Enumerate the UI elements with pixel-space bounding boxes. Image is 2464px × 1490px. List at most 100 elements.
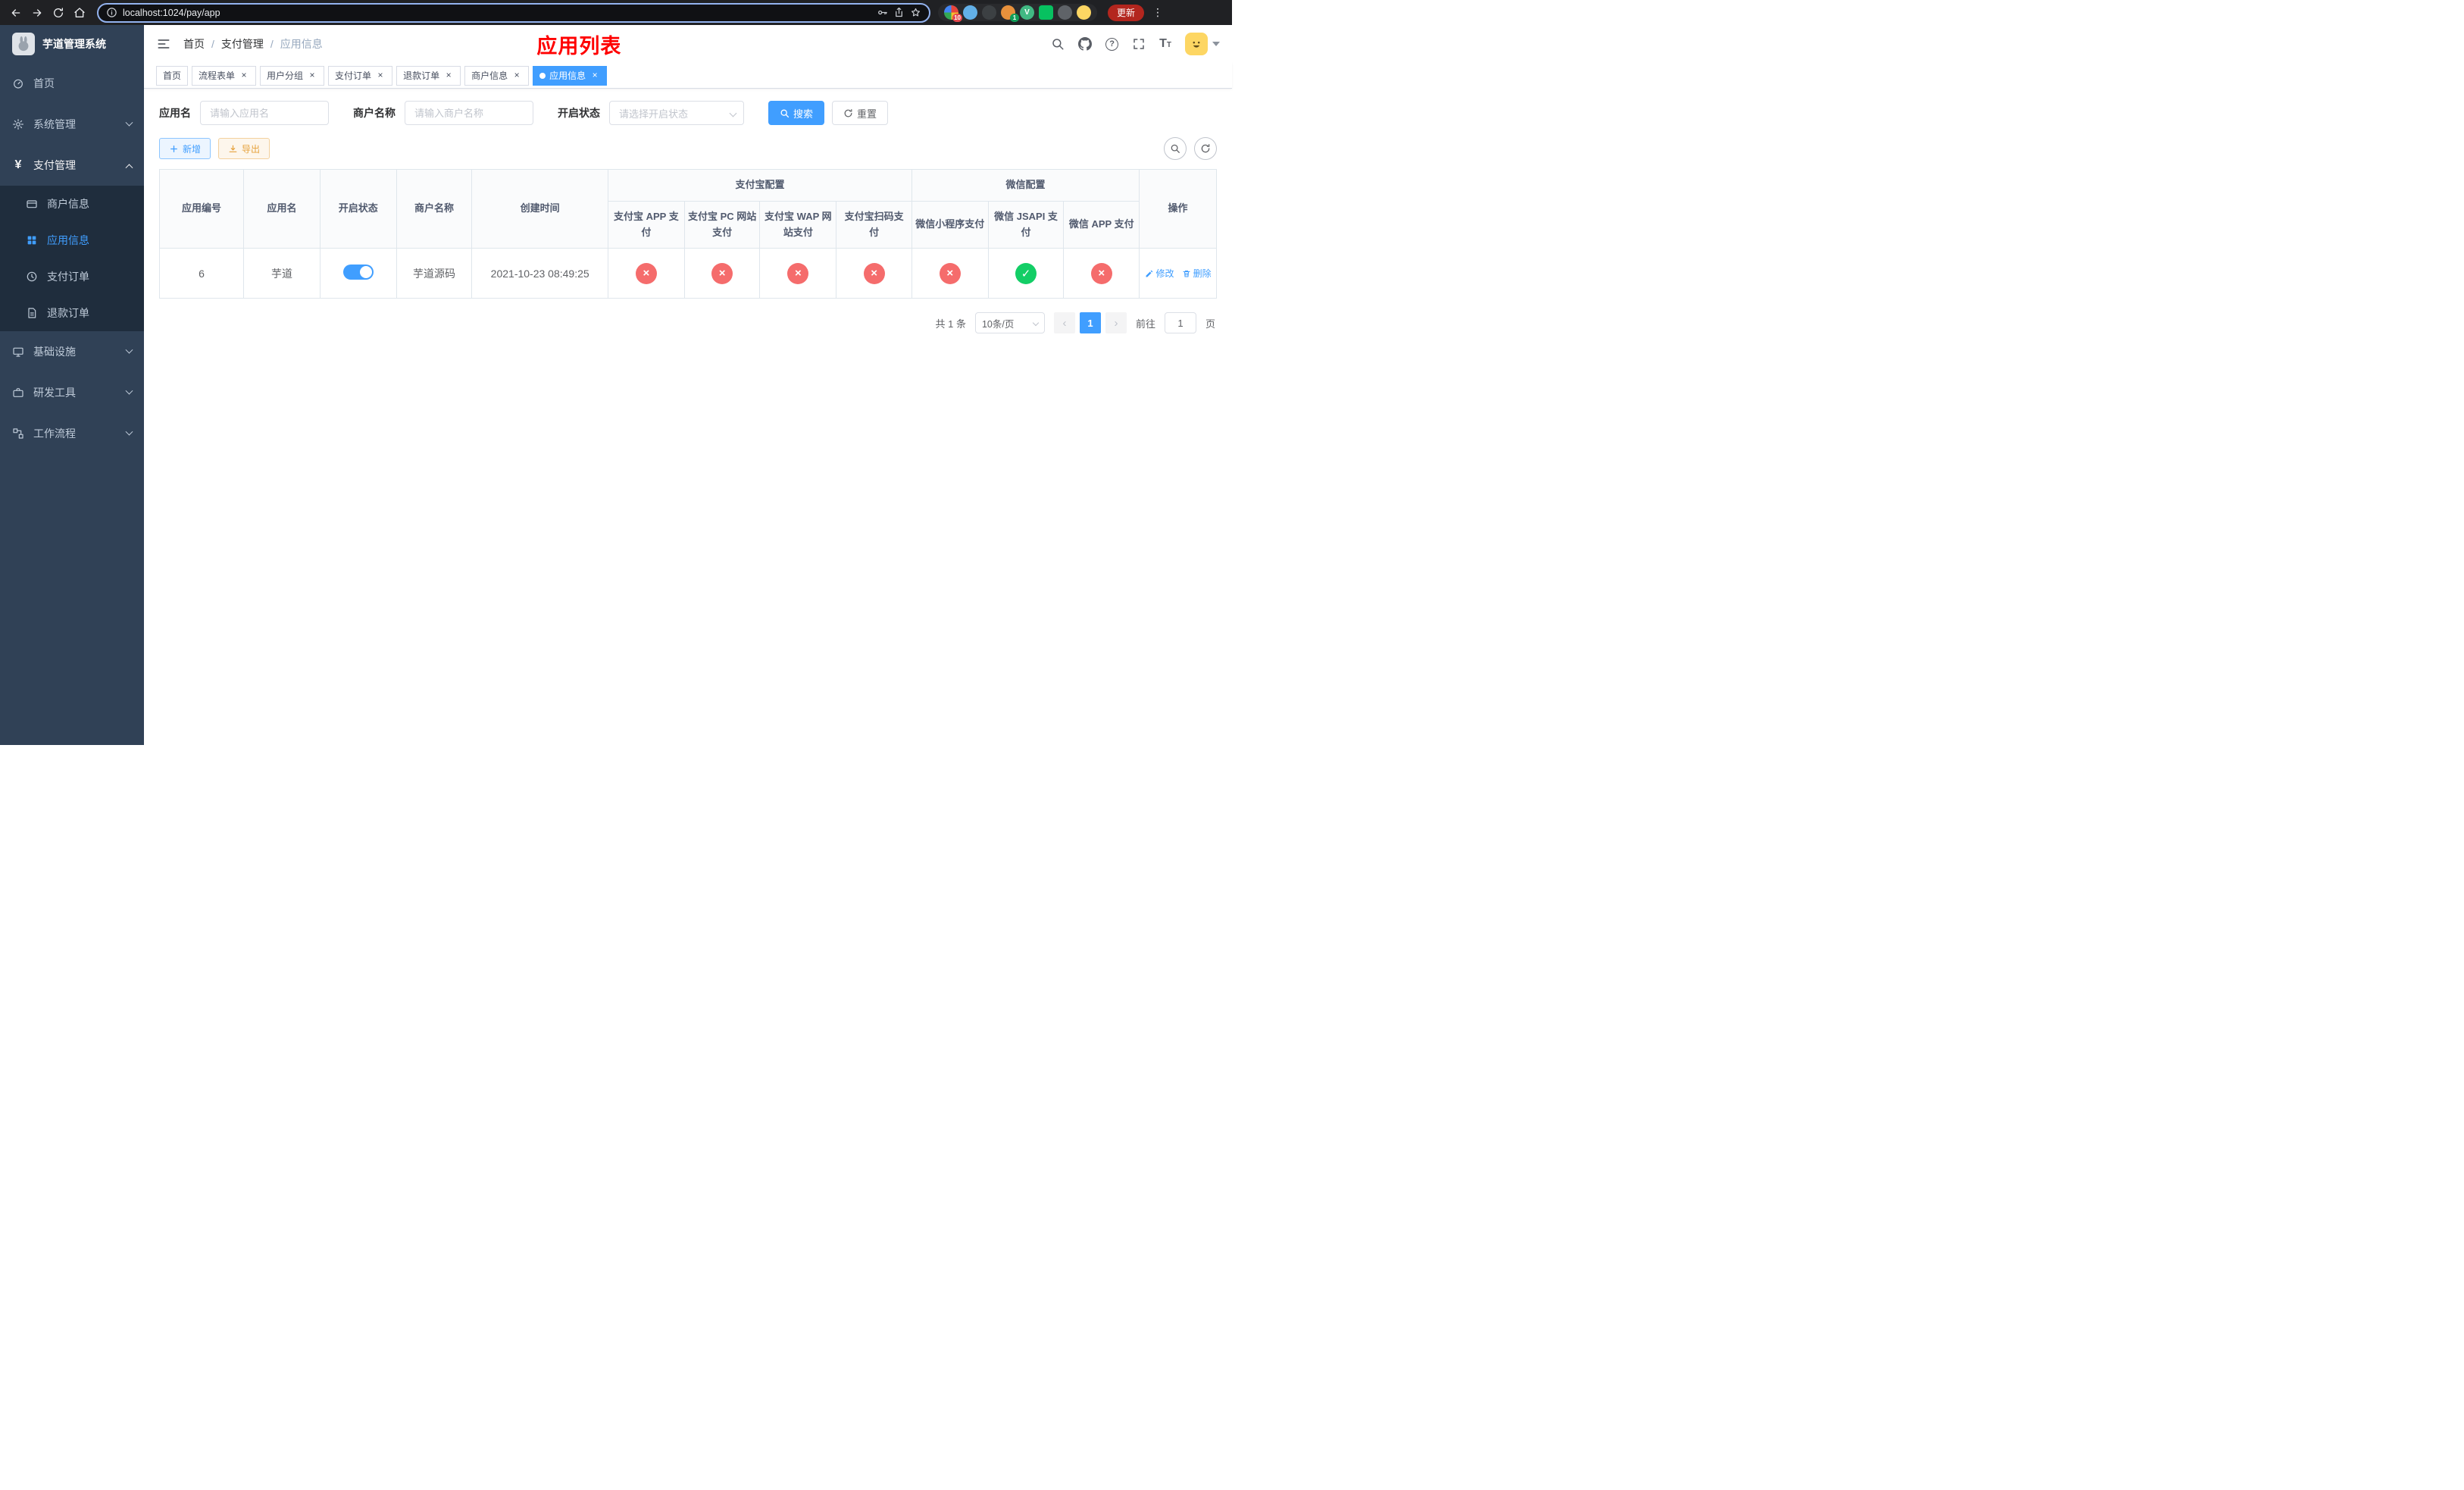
github-icon[interactable] (1078, 37, 1093, 51)
toggle-search-button[interactable] (1164, 137, 1187, 160)
tab-app-info[interactable]: 应用信息 × (533, 65, 608, 86)
status-select[interactable]: 请选择开启状态 (609, 101, 744, 125)
next-page-button[interactable]: › (1105, 312, 1127, 334)
add-button[interactable]: 新增 (159, 138, 211, 159)
sidebar-item-merchant-info[interactable]: 商户信息 (0, 186, 144, 222)
page-size-value: 10条/页 (981, 318, 1015, 330)
total-count: 共 1 条 (935, 318, 966, 330)
credit-card-icon (26, 198, 38, 210)
extension-pinwheel-icon[interactable]: 10 (944, 5, 962, 22)
page-1-button[interactable]: 1 (1079, 312, 1101, 334)
tab-home[interactable]: 首页 (156, 65, 189, 86)
channel-status-icon: × (863, 262, 885, 284)
chrome-menu-icon[interactable]: ⋮ (1150, 6, 1165, 19)
close-icon[interactable]: × (443, 70, 454, 81)
chevron-down-icon (125, 427, 133, 436)
fullscreen-icon[interactable] (1132, 37, 1146, 51)
extension-vue-icon[interactable]: V (1020, 5, 1034, 20)
refresh-icon (1201, 144, 1210, 153)
close-icon[interactable]: × (589, 70, 600, 81)
home-icon[interactable] (70, 3, 89, 23)
tab-refund-order[interactable]: 退款订单 × (396, 65, 461, 86)
sidebar-item-label: 应用信息 (47, 234, 89, 246)
tab-label: 流程表单 (199, 70, 236, 81)
page-size-select[interactable]: 10条/页 (974, 312, 1045, 334)
tab-label: 支付订单 (335, 70, 372, 81)
tab-user-group[interactable]: 用户分组 × (260, 65, 325, 86)
url-text[interactable]: localhost:1024/pay/app (123, 8, 220, 18)
prev-page-button[interactable]: ‹ (1053, 312, 1075, 334)
channel-status-icon: × (1090, 262, 1112, 284)
bookmark-star-icon[interactable] (910, 7, 921, 18)
extension-badge: 1 (1010, 14, 1019, 22)
sidebar-item-payment[interactable]: ¥ 支付管理 (0, 145, 144, 186)
extension-dark-icon[interactable] (982, 5, 996, 20)
close-icon[interactable]: × (375, 70, 386, 81)
tab-process-form[interactable]: 流程表单 × (192, 65, 257, 86)
site-info-icon[interactable] (106, 7, 117, 18)
sidebar-item-home[interactable]: 首页 (0, 63, 144, 104)
export-button[interactable]: 导出 (218, 138, 270, 159)
reload-icon[interactable] (48, 3, 68, 23)
pagination: 共 1 条 10条/页 ‹ 1 › 前往 页 (159, 312, 1217, 334)
font-size-icon[interactable]: TT (1159, 37, 1171, 51)
cell-merchant: 芋道源码 (396, 248, 473, 299)
chrome-update-button[interactable]: 更新 (1108, 4, 1145, 21)
browser-chrome: localhost:1024/pay/app 10 1 V 更新 ⋮ (0, 0, 1232, 25)
breadcrumb-payment[interactable]: 支付管理 (221, 36, 264, 52)
refresh-table-button[interactable] (1194, 137, 1217, 160)
close-icon[interactable]: × (239, 70, 249, 81)
channel-status-icon: ✓ (1015, 262, 1037, 284)
tab-merchant-info[interactable]: 商户信息 × (464, 65, 530, 86)
col-group-wechat: 微信配置 (911, 169, 1140, 202)
close-icon[interactable]: × (307, 70, 317, 81)
col-header-wx-jsapi: 微信 JSAPI 支付 (987, 200, 1065, 249)
app-name-input[interactable] (200, 101, 329, 125)
chevron-up-icon (125, 163, 133, 171)
cell-app-id: 6 (158, 248, 245, 299)
extension-wechat-devtools-icon[interactable] (1039, 5, 1053, 20)
edit-link[interactable]: 修改 (1145, 267, 1174, 280)
app-table: 应用编号 应用名 开启状态 商户名称 创建时间 支付宝配置 微信配置 操作 支付… (158, 168, 1217, 299)
extension-person-icon[interactable]: 1 (1001, 5, 1019, 22)
goto-page-input[interactable] (1164, 312, 1196, 334)
close-icon[interactable]: × (511, 70, 522, 81)
sidebar-item-infrastructure[interactable]: 基础设施 (0, 331, 144, 372)
col-header-status: 开启状态 (319, 168, 397, 249)
tab-pay-order[interactable]: 支付订单 × (328, 65, 393, 86)
forward-icon[interactable] (27, 3, 47, 23)
col-header-merchant: 商户名称 (396, 168, 473, 249)
sidebar-item-app-info[interactable]: 应用信息 (0, 222, 144, 258)
search-button[interactable]: 搜索 (768, 101, 825, 125)
goto-label: 前往 (1135, 318, 1155, 330)
collapse-sidebar-icon[interactable] (156, 36, 171, 52)
help-icon[interactable]: ? (1105, 37, 1119, 51)
delete-link[interactable]: 删除 (1182, 267, 1212, 280)
merchant-name-input[interactable] (405, 101, 533, 125)
channel-status-icon: × (711, 262, 733, 284)
profile-avatar-icon[interactable] (1077, 5, 1091, 20)
extensions-puzzle-icon[interactable] (1058, 5, 1072, 20)
sidebar-item-pay-order[interactable]: 支付订单 (0, 258, 144, 295)
payment-submenu: 商户信息 应用信息 支付订单 退款订单 (0, 186, 144, 331)
goto-page-suffix: 页 (1205, 318, 1215, 330)
plus-icon (170, 145, 177, 152)
workflow-icon (12, 427, 24, 440)
back-icon[interactable] (6, 3, 26, 23)
extension-drop-icon[interactable] (963, 5, 977, 20)
address-bar[interactable]: localhost:1024/pay/app (97, 2, 930, 23)
password-key-icon[interactable] (877, 7, 888, 18)
sidebar-item-workflow[interactable]: 工作流程 (0, 413, 144, 454)
search-icon (1171, 144, 1180, 153)
app-name-label: 应用名 (159, 107, 191, 119)
search-icon (780, 109, 790, 117)
breadcrumb-home[interactable]: 首页 (183, 36, 205, 52)
sidebar-item-dev-tools[interactable]: 研发工具 (0, 372, 144, 413)
sidebar-item-refund-order[interactable]: 退款订单 (0, 295, 144, 331)
reset-button[interactable]: 重置 (832, 101, 889, 125)
sidebar-item-system[interactable]: 系统管理 (0, 104, 144, 145)
status-toggle[interactable] (342, 265, 374, 280)
search-icon[interactable] (1051, 37, 1065, 51)
share-icon[interactable] (893, 7, 905, 18)
user-avatar-dropdown[interactable] (1185, 33, 1220, 55)
